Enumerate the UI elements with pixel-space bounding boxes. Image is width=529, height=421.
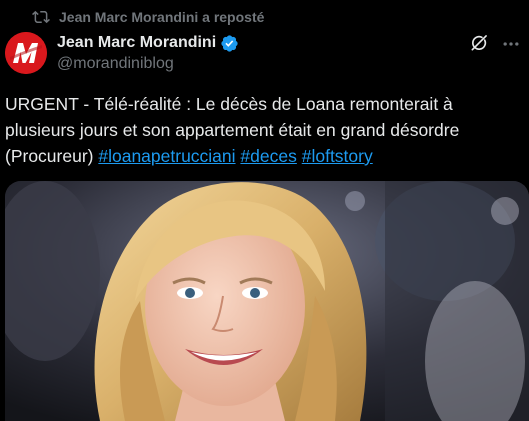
repost-icon xyxy=(32,8,50,26)
avatar[interactable] xyxy=(5,32,47,74)
repost-indicator[interactable]: Jean Marc Morandini a reposté xyxy=(32,6,264,28)
author-handle[interactable]: @morandiniblog xyxy=(57,55,239,73)
author-block: Jean Marc Morandini @morandiniblog xyxy=(57,32,239,73)
hashtag-link[interactable]: #loftstory xyxy=(302,146,373,166)
repost-label[interactable]: Jean Marc Morandini a reposté xyxy=(59,9,264,25)
more-options-button[interactable] xyxy=(498,33,524,59)
hashtag-link[interactable]: #deces xyxy=(240,146,296,166)
grok-icon xyxy=(469,33,489,58)
grok-button[interactable] xyxy=(466,32,492,58)
more-options-icon xyxy=(501,34,521,59)
author-display-name[interactable]: Jean Marc Morandini xyxy=(57,34,216,52)
tweet-media-photo[interactable] xyxy=(5,181,529,421)
tweet-text: URGENT - Télé-réalité : Le décès de Loan… xyxy=(5,91,520,169)
verified-badge-icon[interactable] xyxy=(220,34,239,53)
author-name-line: Jean Marc Morandini xyxy=(57,32,239,54)
hashtag-link[interactable]: #loanapetrucciani xyxy=(98,146,235,166)
